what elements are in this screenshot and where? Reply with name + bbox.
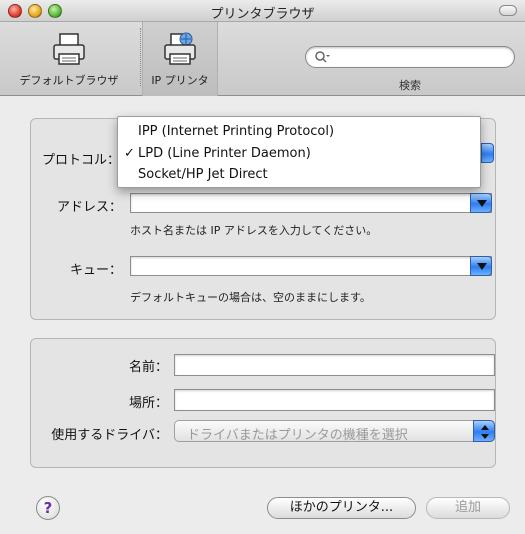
toolbar: デフォルトブラウザ IP プリンタ 検索 xyxy=(0,22,525,96)
location-field[interactable] xyxy=(174,389,495,411)
title-bar: プリンタブラウザ xyxy=(0,0,525,22)
help-icon: ? xyxy=(43,499,53,517)
chevron-down-icon xyxy=(477,200,487,207)
ip-printer-label: IP プリンタ xyxy=(151,74,209,87)
more-printers-button[interactable]: ほかのプリンタ... xyxy=(267,497,416,519)
popup-arrows-icon xyxy=(473,420,495,442)
search-icon xyxy=(314,50,330,64)
queue-dropdown-button[interactable] xyxy=(470,256,492,276)
queue-hint: デフォルトキューの場合は、空のままにします。 xyxy=(130,291,371,304)
default-browser-button[interactable]: デフォルトブラウザ xyxy=(0,22,138,96)
address-label: アドレス： xyxy=(56,200,122,215)
checkmark-icon: ✓ xyxy=(124,146,135,161)
printer-icon xyxy=(49,30,89,70)
name-field[interactable] xyxy=(174,354,495,376)
toolbar-toggle-button[interactable] xyxy=(499,5,517,16)
address-dropdown-button[interactable] xyxy=(470,193,492,213)
queue-combobox[interactable] xyxy=(130,256,492,276)
default-browser-label: デフォルトブラウザ xyxy=(19,74,119,87)
queue-label: キュー： xyxy=(69,263,122,278)
driver-popup-placeholder: ドライバまたはプリンタの機種を選択 xyxy=(187,428,408,443)
chevron-down-icon xyxy=(477,263,487,270)
printer-browser-window: プリンタブラウザ デフォルトブラウザ IP プリンタ 検索 プロトコル： アドレ… xyxy=(0,0,525,534)
protocol-option-socket[interactable]: Socket/HP Jet Direct xyxy=(138,167,268,182)
add-button[interactable]: 追加 xyxy=(426,497,510,519)
driver-label: 使用するドライバ： xyxy=(51,428,168,443)
protocol-label: プロトコル： xyxy=(41,153,120,168)
network-printer-icon xyxy=(160,30,200,70)
driver-popup[interactable]: ドライバまたはプリンタの機種を選択 xyxy=(174,420,495,443)
help-button[interactable]: ? xyxy=(36,496,60,520)
location-label: 場所： xyxy=(128,396,168,411)
name-label: 名前： xyxy=(128,360,168,375)
toolbar-separator xyxy=(140,28,141,86)
protocol-option-ipp[interactable]: IPP (Internet Printing Protocol) xyxy=(138,124,334,139)
protocol-option-lpd[interactable]: LPD (Line Printer Daemon) xyxy=(138,146,311,161)
search-label: 検索 xyxy=(399,79,421,92)
search-field[interactable] xyxy=(305,46,515,68)
protocol-dropdown-menu: IPP (Internet Printing Protocol) ✓ LPD (… xyxy=(117,116,481,188)
address-hint: ホスト名または IP アドレスを入力してください。 xyxy=(130,224,378,237)
protocol-popup-arrow[interactable] xyxy=(481,143,494,163)
ip-printer-button[interactable]: IP プリンタ xyxy=(142,22,218,96)
window-title: プリンタブラウザ xyxy=(210,7,315,22)
address-combobox[interactable] xyxy=(130,193,492,213)
